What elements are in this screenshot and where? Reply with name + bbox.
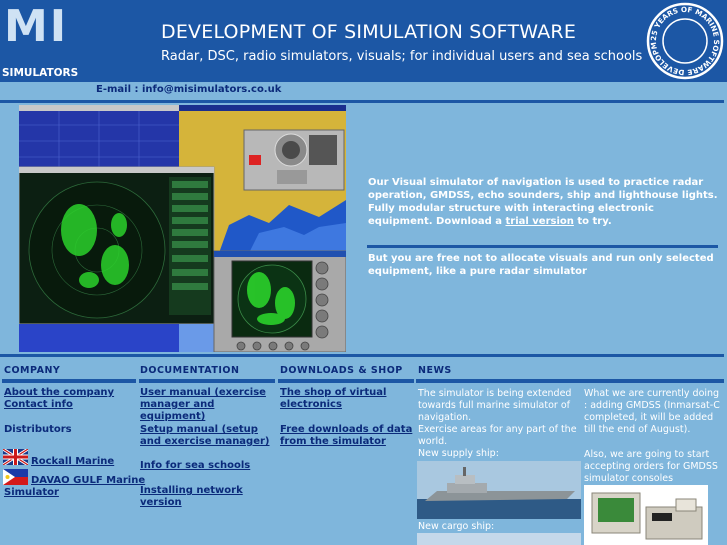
email-link[interactable]: E-mail : info@misimulators.co.uk: [96, 84, 281, 95]
supply-ship-image[interactable]: [417, 461, 581, 519]
documentation-bar: [139, 379, 275, 383]
logo-label: SIMULATORS: [2, 67, 79, 79]
cargo-ship-image[interactable]: [417, 533, 581, 545]
setup-manual-link[interactable]: Setup manual (setup and exercise manager…: [140, 424, 276, 448]
divider: [367, 245, 718, 248]
simulator-screenshot[interactable]: [19, 105, 346, 352]
distributors-label: Distributors: [4, 424, 72, 435]
radar-only-text: But you are free not to allocate visuals…: [368, 253, 714, 277]
news-gmdss-consoles-text: Also, we are going to start accepting or…: [584, 449, 718, 484]
downloads-heading: DOWNLOADS & SHOP: [280, 365, 403, 376]
header-banner: MI SIMULATORS DEVELOPMENT OF SIMULATION …: [0, 0, 727, 82]
gmdss-console-image[interactable]: [584, 485, 708, 545]
contact-info-link[interactable]: Contact info: [4, 399, 73, 411]
trial-version-link[interactable]: trial version: [505, 216, 573, 227]
philippines-flag-icon: [3, 469, 28, 485]
network-install-link[interactable]: Installing network version: [140, 485, 280, 509]
free-downloads-link[interactable]: Free downloads of data from the simulato…: [280, 424, 414, 448]
news-extension-text: The simulator is being extended towards …: [418, 388, 572, 423]
virtual-electronics-shop-link[interactable]: The shop of virtual electronics: [280, 387, 414, 411]
sea-schools-info-link[interactable]: Info for sea schools: [140, 460, 276, 472]
divider: [0, 354, 724, 357]
company-heading: COMPANY: [4, 365, 61, 376]
simulator-screenshot-image: [19, 105, 346, 352]
anniversary-seal-icon: 25 YEARS OF MARINE SOFTWARE DEVELOPMENT: [645, 1, 724, 80]
divider: [0, 100, 724, 103]
news-current-work-text: What we are currently doing : adding GMD…: [584, 388, 720, 435]
supply-ship-label: New supply ship:: [418, 448, 499, 459]
cargo-ship-label: New cargo ship:: [418, 521, 495, 532]
mi-simulators-logo[interactable]: MI SIMULATORS: [0, 0, 84, 82]
documentation-heading: DOCUMENTATION: [140, 365, 240, 376]
about-company-link[interactable]: About the company: [4, 387, 114, 399]
company-bar: [2, 379, 136, 383]
page-subtitle: Radar, DSC, radio simulators, visuals; f…: [161, 49, 643, 64]
news-bar: [416, 379, 724, 383]
distributor-rockall-link[interactable]: Rockall Marine: [31, 456, 114, 468]
user-manual-link[interactable]: User manual (exercise manager and equipm…: [140, 387, 276, 423]
intro-text-part2: to try.: [573, 216, 612, 227]
distributor-davao-link-line1[interactable]: DAVAO GULF Marine: [31, 475, 145, 487]
news-heading: NEWS: [418, 365, 452, 376]
downloads-bar: [278, 379, 414, 383]
distributor-davao-link-line2[interactable]: Simulator: [4, 487, 59, 499]
uk-flag-icon: [3, 449, 28, 465]
intro-text: Our Visual simulator of navigation is us…: [368, 176, 720, 228]
logo-letters: MI: [4, 1, 69, 52]
news-exercise-areas-text: Exercise areas for any part of the world…: [418, 424, 577, 447]
page-title: DEVELOPMENT OF SIMULATION SOFTWARE: [161, 21, 577, 43]
